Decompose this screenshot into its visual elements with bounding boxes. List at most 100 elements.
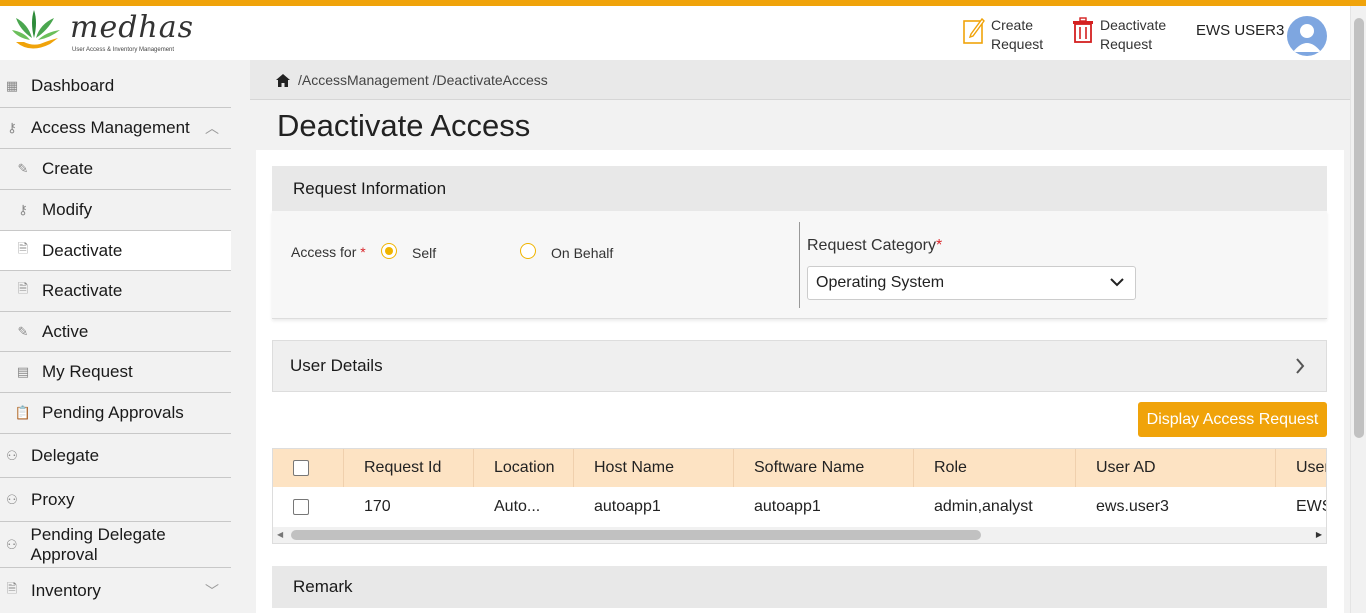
column-header[interactable]: User [1276, 449, 1326, 487]
display-access-request-button[interactable]: Display Access Request [1138, 402, 1327, 437]
table-cell: admin,analyst [934, 498, 1033, 515]
chevron-down-icon: ﹀ [205, 582, 219, 599]
trash-icon [1073, 17, 1093, 43]
sidebar-item-reactivate[interactable]: 🗎 Reactivate [0, 271, 231, 312]
table-cell: autoapp1 [754, 498, 821, 515]
remark-title: Remark [293, 577, 353, 596]
sidebar-item-access-management[interactable]: ⚷ Access Management ︿ [0, 108, 231, 149]
home-icon[interactable] [276, 73, 290, 87]
sidebar-item-label: Pending Approvals [42, 403, 184, 422]
chevron-down-icon [1110, 278, 1124, 287]
sidebar-item-delegate[interactable]: ⚇ Delegate [0, 434, 231, 478]
avatar[interactable] [1287, 16, 1327, 56]
scrollbar-thumb[interactable] [1354, 18, 1364, 438]
request-category-select[interactable]: Operating System [807, 266, 1136, 300]
sidebar-item-label: Create [42, 159, 94, 178]
username[interactable]: EWS USER3 [1196, 22, 1284, 39]
scroll-right-icon[interactable]: ▶ [1316, 530, 1322, 539]
sidebar-item-modify[interactable]: ⚷ Modify [0, 190, 231, 231]
scroll-left-icon[interactable]: ◀ [277, 530, 283, 539]
row-checkbox[interactable] [293, 499, 309, 515]
column-header[interactable]: User AD [1076, 449, 1276, 487]
key-icon: ⚷ [7, 120, 17, 135]
document-icon: 🗎 [17, 281, 29, 296]
sidebar-item-pending-approvals[interactable]: 📋 Pending Approvals [0, 393, 231, 434]
table-cell: Auto... [494, 498, 541, 515]
radio-on-behalf-label[interactable]: On Behalf [551, 245, 613, 261]
column-header[interactable]: Role [914, 449, 1076, 487]
deactivate-request-label: Deactivate Request [1100, 17, 1167, 52]
sidebar-item-pending-delegate-approval[interactable]: ⚇ Pending Delegate Approval [0, 522, 231, 568]
sidebar-item-inventory[interactable]: 🗎 Inventory ﹀ [0, 568, 231, 613]
column-header[interactable]: Request Id [344, 449, 474, 487]
deactivate-request-button[interactable]: Deactivate Request [1072, 16, 1170, 54]
table-horizontal-scrollbar[interactable]: ◀ ▶ [273, 527, 1326, 543]
sidebar-item-label: Modify [42, 200, 93, 219]
brand-name: medhas [70, 10, 195, 45]
user-details-accordion[interactable]: User Details [272, 340, 1327, 392]
sidebar-item-create[interactable]: ✎ Create [0, 149, 231, 190]
table-cell: EWS [1296, 498, 1326, 515]
sidebar-item-label: Pending Delegate Approval [30, 524, 166, 564]
users-icon: ⚇ [5, 536, 18, 552]
create-request-button[interactable]: Create Request [963, 16, 1061, 54]
breadcrumb-path[interactable]: /AccessManagement /DeactivateAccess [298, 72, 548, 88]
users-icon: ⚇ [6, 491, 18, 507]
page-title: Deactivate Access [277, 108, 531, 143]
access-request-table: Request Id Location Host Name Software N… [272, 448, 1327, 544]
request-category-label: Request Category* [807, 237, 942, 255]
sidebar-item-deactivate[interactable]: 🗎 Deactivate [0, 231, 231, 271]
table-cell: 170 [364, 498, 391, 515]
sidebar-item-label: Access Management [31, 118, 190, 137]
create-request-label: Create Request [991, 17, 1044, 52]
user-avatar-icon [1293, 24, 1321, 52]
table-row[interactable]: 170 Auto... autoapp1 autoapp1 admin,anal… [273, 488, 1326, 526]
radio-self-label[interactable]: Self [412, 245, 436, 261]
edit-document-icon [963, 17, 985, 44]
sidebar-item-label: Active [42, 321, 89, 341]
column-header[interactable]: Location [474, 449, 574, 487]
access-for-label: Access for * [291, 244, 366, 260]
breadcrumb-bar: /AccessManagement /DeactivateAccess [250, 60, 1350, 100]
edit-icon: ✎ [17, 161, 29, 176]
sidebar: ▦ Dashboard ⚷ Access Management ︿ ✎ Crea… [0, 60, 250, 613]
required-mark: * [935, 237, 943, 254]
clipboard-icon: 📋 [14, 405, 32, 420]
table-cell: ews.user3 [1096, 498, 1169, 515]
document-icon: 🗎 [6, 580, 18, 596]
sidebar-item-proxy[interactable]: ⚇ Proxy [0, 478, 231, 522]
medhas-logo[interactable]: medhas User Access & Inventory Managemen… [10, 8, 193, 58]
sidebar-item-label: Delegate [31, 445, 100, 465]
request-information-title: Request Information [293, 178, 447, 198]
sidebar-item-label: Dashboard [31, 75, 115, 95]
edit-icon: ✎ [17, 323, 29, 339]
grid-icon: ▦ [5, 77, 19, 93]
brand-tagline: User Access & Inventory Management [72, 47, 175, 53]
key-icon: ⚷ [18, 202, 28, 217]
row-select-cell [273, 488, 344, 526]
remark-header: Remark [272, 566, 1327, 608]
request-category-text: Request Category [807, 237, 936, 254]
request-information-header: Request Information [272, 166, 1327, 211]
sidebar-item-my-request[interactable]: ▤ My Request [0, 352, 231, 393]
page-scrollbar[interactable] [1350, 6, 1366, 613]
sidebar-item-label: Deactivate [42, 240, 123, 260]
column-header[interactable]: Software Name [734, 449, 914, 487]
scrollbar-thumb[interactable] [291, 530, 981, 540]
table-cell: autoapp1 [594, 498, 661, 515]
table-header-row: Request Id Location Host Name Software N… [273, 449, 1326, 487]
column-header[interactable]: Host Name [574, 449, 734, 487]
sidebar-item-dashboard[interactable]: ▦ Dashboard [0, 64, 231, 108]
sidebar-item-label: Reactivate [42, 281, 123, 300]
sidebar-item-label: Inventory [31, 580, 101, 600]
chevron-right-icon [1296, 358, 1305, 374]
select-all-checkbox[interactable] [293, 460, 309, 476]
radio-self[interactable] [381, 243, 397, 259]
table-icon: ▤ [16, 364, 30, 379]
sidebar-item-active[interactable]: ✎ Active [0, 312, 231, 352]
users-icon: ⚇ [6, 447, 18, 463]
divider [799, 222, 800, 308]
breadcrumb: /AccessManagement /DeactivateAccess [276, 72, 548, 88]
radio-on-behalf[interactable] [520, 243, 536, 259]
request-category-value: Operating System [816, 274, 945, 291]
